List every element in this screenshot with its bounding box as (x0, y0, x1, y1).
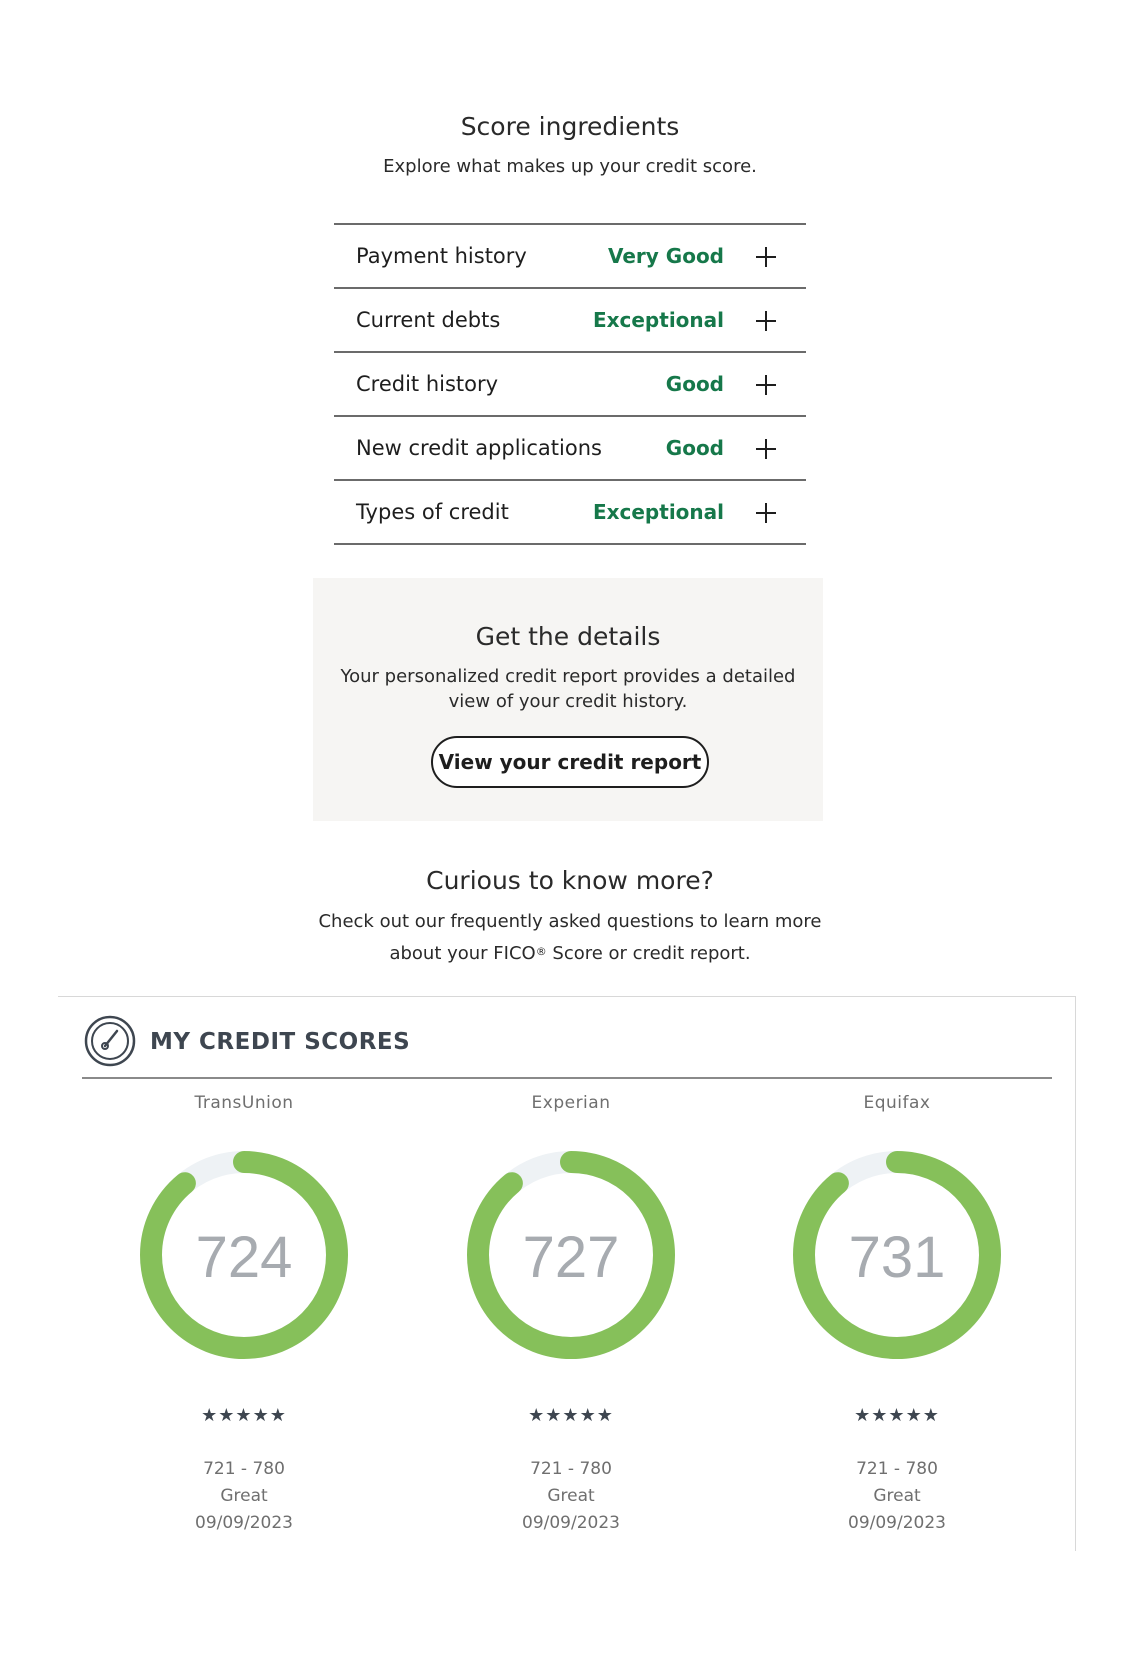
score-value: 727 (523, 1225, 620, 1290)
score-ring: 731 (793, 1151, 1001, 1359)
score-ring: 727 (467, 1151, 675, 1359)
ingredient-row-credit-history[interactable]: Credit history Good (334, 353, 806, 417)
score-date: 09/09/2023 (848, 1513, 946, 1533)
score-ingredients-title: Score ingredients (460, 112, 680, 141)
plus-icon[interactable] (756, 439, 776, 459)
curious-text-part: about your FICO (389, 943, 536, 964)
score-label: Great (220, 1486, 268, 1506)
ingredient-rating: Exceptional (592, 500, 724, 524)
ingredient-row-payment-history[interactable]: Payment history Very Good (334, 225, 806, 289)
score-label: Great (873, 1486, 921, 1506)
score-ingredients-list: Payment history Very Good Current debts … (334, 223, 806, 545)
ingredient-rating: Exceptional (592, 308, 724, 332)
curious-text-part: Score or credit report. (546, 943, 751, 964)
score-ingredients-subtitle: Explore what makes up your credit score. (383, 156, 757, 177)
view-credit-report-button[interactable]: View your credit report (431, 736, 709, 788)
gauge-icon (84, 1015, 136, 1067)
score-range: 721 - 780 (203, 1459, 285, 1479)
rating-stars: ★★★★★ (528, 1405, 614, 1426)
ingredient-rating: Very Good (607, 244, 724, 268)
credit-scores-title: MY CREDIT SCORES (150, 1029, 411, 1055)
ingredient-label: Credit history (356, 372, 499, 396)
score-date: 09/09/2023 (195, 1513, 293, 1533)
ingredient-row-types-of-credit[interactable]: Types of credit Exceptional (334, 481, 806, 545)
bureau-name: TransUnion (194, 1093, 294, 1113)
score-range: 721 - 780 (530, 1459, 612, 1479)
plus-icon[interactable] (756, 503, 776, 523)
rating-stars: ★★★★★ (201, 1405, 287, 1426)
details-panel: Get the details Your personalized credit… (313, 578, 823, 821)
ingredient-label: New credit applications (356, 436, 602, 460)
score-date: 09/09/2023 (522, 1513, 620, 1533)
ingredient-label: Current debts (356, 308, 501, 332)
ingredient-row-current-debts[interactable]: Current debts Exceptional (334, 289, 806, 353)
credit-scores-card: MY CREDIT SCORES TransUnion 724 ★★★★★ 72… (58, 996, 1076, 1551)
details-title: Get the details (475, 622, 661, 651)
score-label: Great (547, 1486, 595, 1506)
score-ring: 724 (140, 1151, 348, 1359)
curious-text-line1: Check out our frequently asked questions… (318, 911, 822, 932)
plus-icon[interactable] (756, 375, 776, 395)
score-value: 731 (849, 1225, 946, 1290)
ingredient-rating: Good (665, 372, 724, 396)
ingredient-row-new-credit-applications[interactable]: New credit applications Good (334, 417, 806, 481)
ingredient-rating: Good (665, 436, 724, 460)
curious-text-line2: about your FICO® Score or credit report. (0, 938, 1140, 970)
plus-icon[interactable] (756, 247, 776, 267)
score-value: 724 (196, 1225, 293, 1290)
ingredient-label: Types of credit (356, 500, 509, 524)
plus-icon[interactable] (756, 311, 776, 331)
registered-mark: ® (535, 945, 547, 958)
ingredient-label: Payment history (356, 244, 527, 268)
curious-title: Curious to know more? (426, 866, 714, 895)
details-text: Your personalized credit report provides… (340, 666, 796, 712)
bureau-name: Equifax (863, 1093, 931, 1113)
score-range: 721 - 780 (856, 1459, 938, 1479)
bureau-name: Experian (531, 1093, 611, 1113)
divider (82, 1077, 1052, 1079)
rating-stars: ★★★★★ (854, 1405, 940, 1426)
